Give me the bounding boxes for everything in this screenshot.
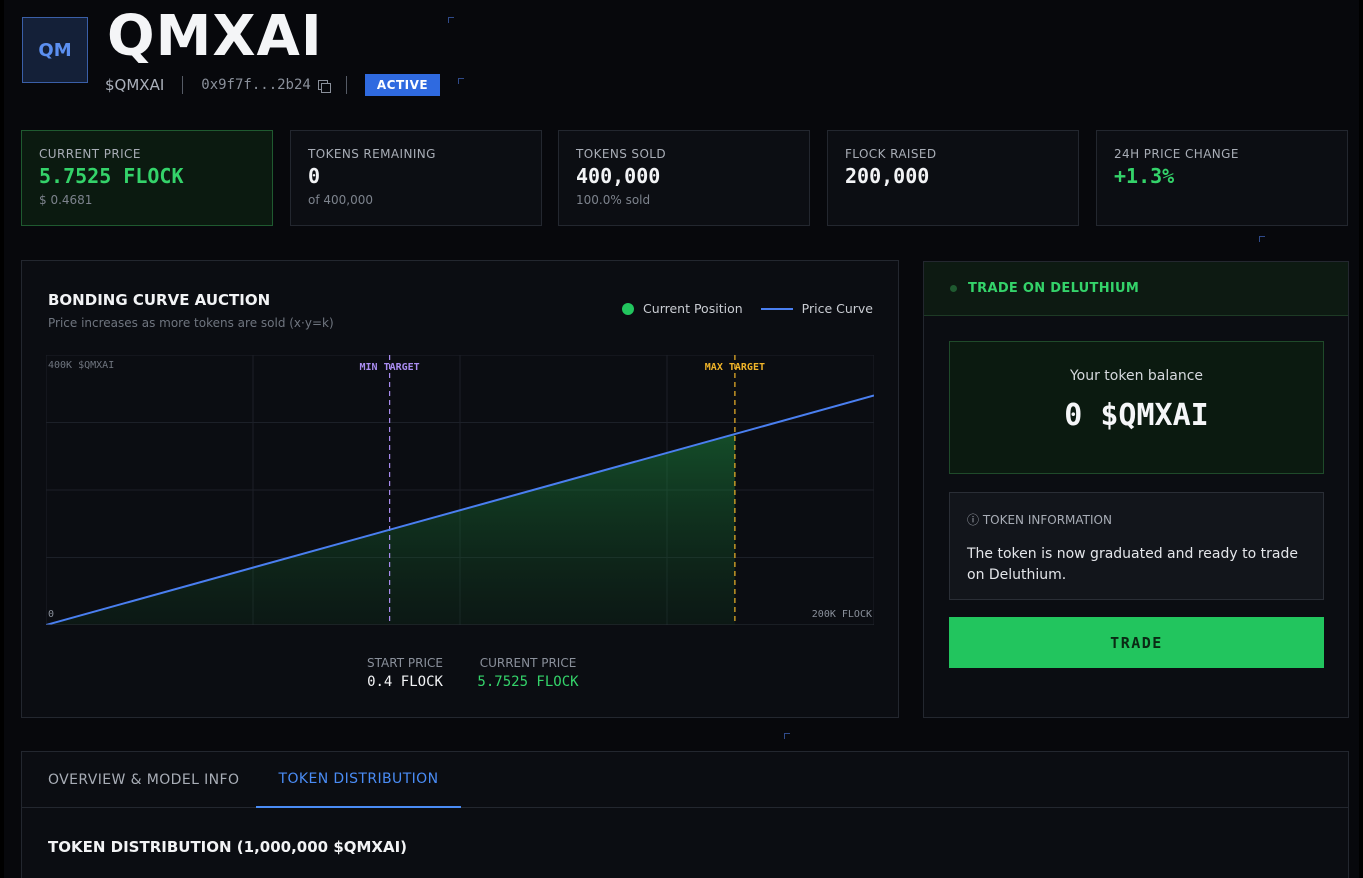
stat-sub: 100.0% sold bbox=[576, 193, 651, 207]
stat-card-tokens-remaining: TOKENS REMAINING 0 of 400,000 bbox=[290, 130, 542, 226]
stat-label: TOKENS REMAINING bbox=[308, 147, 436, 161]
stat-value: +1.3% bbox=[1114, 164, 1175, 188]
decor-mark bbox=[784, 733, 790, 739]
bonding-curve-panel: BONDING CURVE AUCTION Price increases as… bbox=[21, 260, 899, 718]
stat-card-flock-raised: FLOCK RAISED 200,000 bbox=[827, 130, 1079, 226]
tab-token-distribution[interactable]: TOKEN DISTRIBUTION bbox=[256, 752, 461, 808]
token-meta: $QMXAI 0x9f7f...2b24 ACTIVE bbox=[105, 73, 441, 97]
divider bbox=[345, 76, 347, 94]
decor-mark bbox=[448, 17, 454, 23]
x-end-label: 200K FLOCK bbox=[812, 609, 872, 620]
token-ticker: $QMXAI bbox=[105, 76, 165, 94]
token-info-box: ⓘ TOKEN INFORMATION The token is now gra… bbox=[949, 492, 1324, 600]
balance-label: Your token balance bbox=[1069, 368, 1204, 384]
y-top-label: 400K $QMXAI bbox=[48, 360, 114, 371]
decor-mark bbox=[458, 78, 464, 84]
legend-current: Current Position bbox=[643, 301, 743, 316]
trade-panel: TRADE ON DELUTHIUM Your token balance 0 … bbox=[923, 261, 1349, 718]
status-badge: ACTIVE bbox=[364, 74, 441, 96]
start-price-label: START PRICE bbox=[367, 656, 443, 670]
divider bbox=[182, 76, 184, 94]
legend-dot-icon bbox=[622, 302, 635, 315]
section-title: TOKEN DISTRIBUTION (1,000,000 $QMXAI) bbox=[48, 838, 408, 856]
decor-mark bbox=[1259, 236, 1265, 242]
status-dot-icon bbox=[950, 285, 957, 292]
current-price-label: CURRENT PRICE bbox=[479, 656, 577, 670]
tab-overview[interactable]: OVERVIEW & MODEL INFO bbox=[48, 752, 239, 808]
trade-panel-title: TRADE ON DELUTHIUM bbox=[968, 281, 1140, 296]
page: QM QMXAI $QMXAI 0x9f7f...2b24 ACTIVE CUR… bbox=[4, 0, 1359, 878]
panel-subtitle: Price increases as more tokens are sold … bbox=[48, 316, 334, 330]
stat-sub: $ 0.4681 bbox=[39, 193, 93, 207]
token-logo: QM bbox=[22, 17, 88, 83]
tab-bar: OVERVIEW & MODEL INFO TOKEN DISTRIBUTION bbox=[22, 752, 1348, 808]
stat-card-tokens-sold: TOKENS SOLD 400,000 100.0% sold bbox=[558, 130, 810, 226]
balance-value: 0 $QMXAI bbox=[1064, 398, 1209, 433]
stat-card-price-change: 24H PRICE CHANGE +1.3% bbox=[1096, 130, 1348, 226]
stat-value: 5.7525 FLOCK bbox=[39, 164, 184, 188]
stat-label: 24H PRICE CHANGE bbox=[1114, 147, 1239, 161]
stat-value: 200,000 bbox=[845, 164, 930, 188]
details-tabs: OVERVIEW & MODEL INFO TOKEN DISTRIBUTION… bbox=[21, 751, 1349, 878]
stat-label: TOKENS SOLD bbox=[576, 147, 667, 161]
stat-label: FLOCK RAISED bbox=[845, 147, 937, 161]
start-price-value: 0.4 FLOCK bbox=[367, 674, 443, 690]
token-balance-box: Your token balance 0 $QMXAI bbox=[949, 341, 1324, 474]
origin-label: 0 bbox=[48, 609, 54, 620]
stat-value: 0 bbox=[308, 164, 321, 188]
token-info-label: ⓘ TOKEN INFORMATION bbox=[967, 513, 1112, 527]
current-price-value: 5.7525 FLOCK bbox=[477, 674, 579, 690]
legend-curve: Price Curve bbox=[801, 301, 873, 316]
min-target-label: MIN TARGET bbox=[360, 362, 420, 373]
copy-icon[interactable] bbox=[317, 80, 331, 93]
chart-legend: Current Position Price Curve bbox=[622, 301, 873, 316]
panel-title: BONDING CURVE AUCTION bbox=[48, 291, 271, 309]
stat-card-current-price: CURRENT PRICE 5.7525 FLOCK $ 0.4681 bbox=[21, 130, 273, 226]
legend-line-icon bbox=[760, 307, 793, 310]
stat-sub: of 400,000 bbox=[308, 193, 374, 207]
trade-button[interactable]: TRADE bbox=[949, 617, 1324, 668]
stat-label: CURRENT PRICE bbox=[39, 147, 141, 161]
bonding-curve-chart: MIN TARGET MAX TARGET 400K $QMXAI 0 200K… bbox=[46, 355, 874, 625]
stat-value: 400,000 bbox=[576, 164, 661, 188]
max-target-label: MAX TARGET bbox=[705, 362, 765, 373]
token-info-text: The token is now graduated and ready to … bbox=[967, 546, 1298, 583]
current-price-block: CURRENT PRICE 5.7525 FLOCK bbox=[472, 656, 584, 690]
trade-panel-header: TRADE ON DELUTHIUM bbox=[924, 262, 1348, 316]
start-price-block: START PRICE 0.4 FLOCK bbox=[350, 656, 460, 690]
token-title: QMXAI bbox=[107, 4, 323, 69]
contract-address[interactable]: 0x9f7f...2b24 bbox=[201, 77, 311, 93]
